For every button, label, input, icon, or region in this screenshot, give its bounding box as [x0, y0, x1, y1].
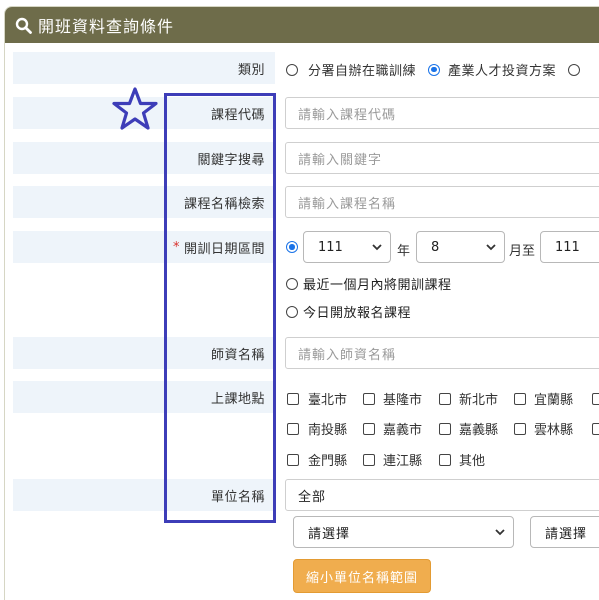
checkbox[interactable]: [287, 453, 299, 466]
unit-select-primary[interactable]: 請選擇: [293, 516, 514, 548]
panel-title: 開班資料查詢條件: [38, 17, 175, 36]
recent-month-option[interactable]: 最近一個月內將開訓課程: [286, 274, 452, 293]
category-options: 分署自辦在職訓練 產業人才投資方案: [286, 60, 581, 79]
course-code-input[interactable]: 請輸入課程代碼: [285, 97, 599, 129]
unit-select-secondary-value: 請選擇: [545, 526, 588, 542]
checkbox[interactable]: [514, 422, 526, 435]
unit-select-secondary[interactable]: 請選擇: [530, 516, 599, 548]
unit-input[interactable]: 全部: [285, 479, 599, 511]
location-row-2: 南投縣 嘉義市 嘉義縣 雲林縣: [287, 419, 599, 438]
star-icon: [112, 87, 158, 130]
location-yunlin: 雲林縣: [534, 423, 574, 438]
checkbox[interactable]: [592, 392, 599, 405]
category-radio-industry[interactable]: [428, 63, 441, 76]
location-new-taipei: 新北市: [459, 393, 499, 408]
today-open-radio[interactable]: [286, 305, 298, 318]
teacher-input[interactable]: 請輸入師資名稱: [285, 337, 599, 369]
location-keelung: 基隆市: [383, 393, 423, 408]
category-label: 類別: [237, 62, 265, 78]
checkbox[interactable]: [592, 422, 599, 435]
checkbox[interactable]: [439, 392, 451, 405]
location-row-1: 臺北市 基隆市 新北市 宜蘭縣: [287, 389, 599, 408]
location-chiayi-city: 嘉義市: [383, 423, 423, 438]
panel-header: 開班資料查詢條件: [5, 7, 599, 43]
checkbox[interactable]: [439, 422, 451, 435]
recent-month-radio[interactable]: [286, 277, 298, 290]
unit-select-primary-value: 請選擇: [308, 526, 351, 542]
checkbox[interactable]: [439, 453, 451, 466]
checkbox[interactable]: [363, 392, 375, 405]
start-month-select[interactable]: 8: [416, 231, 505, 263]
end-year-value: 111: [555, 239, 580, 255]
category-radio-self[interactable]: [286, 63, 298, 76]
end-year-select[interactable]: 111: [540, 231, 599, 263]
start-year-select[interactable]: 111: [303, 231, 391, 263]
location-nantou: 南投縣: [308, 423, 348, 438]
category-label-cell: 類別: [13, 52, 275, 84]
keyword-input[interactable]: 請輸入關鍵字: [285, 142, 599, 174]
year-unit: 年: [397, 244, 411, 259]
checkbox[interactable]: [514, 392, 526, 405]
category-option-industry: 產業人才投資方案: [448, 64, 557, 79]
location-row-3: 金門縣 連江縣 其他: [287, 450, 485, 469]
today-open-option[interactable]: 今日開放報名課程: [286, 302, 411, 321]
category-radio-other[interactable]: [568, 63, 581, 76]
start-year-value: 111: [318, 239, 343, 255]
chevron-down-icon: [495, 529, 505, 536]
chevron-down-icon: [486, 244, 496, 251]
start-month-value: 8: [431, 239, 440, 255]
narrow-unit-button[interactable]: 縮小單位名稱範圍: [293, 559, 431, 593]
month-until-label: 月至: [509, 244, 536, 259]
date-range-radio[interactable]: [286, 241, 298, 253]
checkbox[interactable]: [363, 453, 375, 466]
chevron-down-icon: [372, 244, 382, 251]
search-icon: [15, 17, 32, 34]
location-yilan: 宜蘭縣: [534, 393, 574, 408]
highlight-box: [164, 93, 276, 523]
category-option-self: 分署自辦在職訓練: [308, 64, 417, 79]
location-other: 其他: [459, 454, 486, 469]
location-taipei: 臺北市: [308, 393, 348, 408]
recent-month-label: 最近一個月內將開訓課程: [303, 278, 452, 293]
checkbox[interactable]: [363, 422, 375, 435]
location-kinmen: 金門縣: [308, 454, 348, 469]
location-chiayi-county: 嘉義縣: [459, 423, 499, 438]
today-open-label: 今日開放報名課程: [303, 306, 412, 321]
course-name-input[interactable]: 請輸入課程名稱: [285, 186, 599, 218]
location-lienchiang: 連江縣: [383, 454, 423, 469]
checkbox[interactable]: [287, 392, 299, 405]
checkbox[interactable]: [287, 422, 299, 435]
